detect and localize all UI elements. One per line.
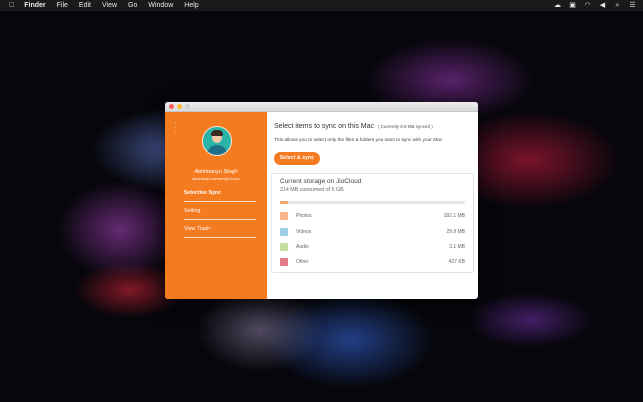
- photos-swatch: [280, 212, 288, 220]
- other-swatch: [280, 258, 288, 266]
- nav-selective-sync[interactable]: Selective Sync: [184, 190, 256, 202]
- legend-item-audio: Audio 3.1 MB: [280, 243, 465, 252]
- legend-label: Other: [296, 259, 309, 265]
- legend-item-videos: Videos 29.9 MB: [280, 228, 465, 237]
- nav-view-trash[interactable]: View Trash: [184, 226, 256, 238]
- wifi-icon[interactable]: ◠: [583, 0, 592, 11]
- videos-swatch: [280, 228, 288, 236]
- legend-label: Audio: [296, 244, 309, 250]
- list-icon[interactable]: ☰: [628, 0, 637, 11]
- menu-bar:  Finder File Edit View Go Window Help ☁…: [0, 0, 643, 11]
- page-title: Select items to sync on this Mac ( Curre…: [274, 123, 433, 130]
- nav-setting[interactable]: Setting: [184, 208, 256, 220]
- menu-window[interactable]: Window: [148, 0, 173, 11]
- zoom-button[interactable]: [185, 104, 190, 109]
- jiocloud-window: · · · Abhimanyu Singh abhimanyu.ramesh@ril…: [165, 102, 478, 299]
- audio-swatch: [280, 243, 288, 251]
- status-area: ☁ ▣ ◠ ◀ ⌕ ☰: [553, 0, 637, 11]
- legend-item-other: Other 437 KB: [280, 258, 465, 267]
- storage-progress-fill: [280, 201, 288, 204]
- minimize-button[interactable]: [177, 104, 182, 109]
- select-and-sync-button[interactable]: Select & sync: [274, 152, 320, 165]
- legend-label: Videos: [296, 229, 312, 235]
- menu-file[interactable]: File: [57, 0, 68, 11]
- dropbox-icon[interactable]: ▣: [568, 0, 577, 11]
- sidebar: · · · Abhimanyu Singh abhimanyu.ramesh@ril…: [165, 112, 267, 299]
- menu-go[interactable]: Go: [128, 0, 137, 11]
- user-name: Abhimanyu Singh: [194, 169, 238, 175]
- cloud-icon[interactable]: ☁: [553, 0, 562, 11]
- storage-title: Current storage on JioCloud: [280, 178, 362, 185]
- avatar: [202, 126, 232, 156]
- legend-value: 29.9 MB: [446, 229, 465, 235]
- menu-view[interactable]: View: [102, 0, 117, 11]
- synced-amount: ( Currently 8.9 MB synced ): [377, 124, 433, 129]
- volume-icon[interactable]: ◀: [598, 0, 607, 11]
- apple-menu-icon[interactable]: : [9, 2, 14, 9]
- close-button[interactable]: [169, 104, 174, 109]
- menu-app-finder[interactable]: Finder: [24, 0, 45, 11]
- storage-used: 214 MB consumed of 5 GB: [280, 187, 344, 193]
- legend-item-photos: Photos 182.1 MB: [280, 212, 465, 221]
- main-panel: Select items to sync on this Mac ( Curre…: [267, 112, 478, 299]
- legend-label: Photos: [296, 213, 312, 219]
- page-description: This allows you to select only the files…: [274, 138, 443, 143]
- window-titlebar[interactable]: [165, 102, 478, 112]
- storage-card: Current storage on JioCloud 214 MB consu…: [271, 173, 474, 273]
- search-icon[interactable]: ⌕: [613, 0, 622, 11]
- legend-value: 3.1 MB: [449, 244, 465, 250]
- menu-edit[interactable]: Edit: [79, 0, 91, 11]
- legend-value: 437 KB: [448, 259, 465, 265]
- legend-value: 182.1 MB: [443, 213, 465, 219]
- page-title-text: Select items to sync on this Mac: [274, 123, 374, 130]
- more-options-icon[interactable]: · · ·: [174, 120, 178, 135]
- menu-help[interactable]: Help: [184, 0, 198, 11]
- user-email: abhimanyu.ramesh@ril.com: [192, 177, 240, 181]
- storage-progress-bar: [280, 201, 465, 204]
